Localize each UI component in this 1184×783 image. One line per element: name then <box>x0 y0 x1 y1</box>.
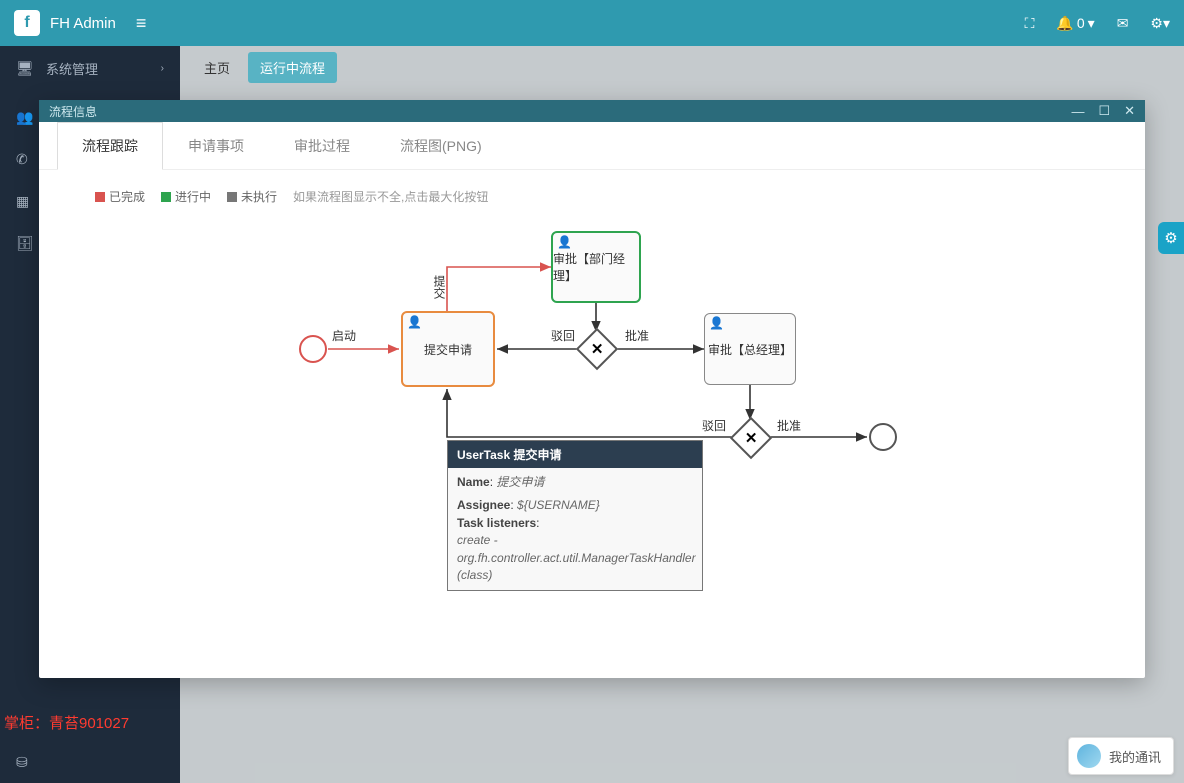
modal-title: 流程信息 <box>49 103 97 120</box>
chat-label: 我的通讯 <box>1109 747 1161 766</box>
fullscreen-icon[interactable]: ⛶ <box>1025 15 1035 32</box>
label-reject1: 驳回 <box>551 327 575 344</box>
settings-icon[interactable]: ⚙▾ <box>1150 15 1170 32</box>
app-header: f FH Admin ≡ ⛶ 🔔0▾ ✉ ⚙▾ <box>0 0 1184 46</box>
menu-toggle-icon[interactable]: ≡ <box>136 13 147 34</box>
maximize-icon[interactable]: ☐ <box>1098 103 1110 119</box>
task-tooltip: UserTask 提交申请 Name: 提交申请 Assignee: ${USE… <box>447 440 703 591</box>
close-icon[interactable]: ✕ <box>1124 103 1135 119</box>
briefcase-icon: 🗄 <box>16 235 34 252</box>
users-icon: 👥 <box>16 109 34 126</box>
legend-hint: 如果流程图显示不全,点击最大化按钮 <box>293 188 488 205</box>
label-start: 启动 <box>332 327 356 344</box>
chevron-right-icon: › <box>161 63 164 74</box>
node-gateway2[interactable]: ✕ <box>730 417 772 459</box>
legend-running: 进行中 <box>161 188 211 205</box>
page-tabs: 主页 运行中流程 <box>192 50 337 84</box>
tooltip-body: Name: 提交申请 Assignee: ${USERNAME} Task li… <box>448 468 702 590</box>
sidebar-item-label: 系统管理 <box>46 59 98 78</box>
monitor-icon: 🖥 <box>16 60 34 77</box>
grid-icon: ▦ <box>16 193 34 210</box>
label-reject2: 驳回 <box>702 417 726 434</box>
tab-png[interactable]: 流程图(PNG) <box>375 122 507 169</box>
tooltip-header: UserTask 提交申请 <box>448 441 702 468</box>
minimize-icon[interactable]: — <box>1071 104 1084 119</box>
notifications-icon[interactable]: 🔔0▾ <box>1056 15 1094 32</box>
tab-apply[interactable]: 申请事项 <box>163 122 269 169</box>
sidebar-item-system[interactable]: 🖥 系统管理 › <box>0 46 180 90</box>
legend: 已完成 进行中 未执行 如果流程图显示不全,点击最大化按钮 <box>39 170 1145 205</box>
user-icon: 👤 <box>407 315 422 329</box>
modal-titlebar: 流程信息 — ☐ ✕ <box>39 100 1145 122</box>
app-title: FH Admin <box>50 15 116 32</box>
mail-icon[interactable]: ✉ <box>1117 15 1129 32</box>
node-audit2[interactable]: 👤 审批【总经理】 <box>704 313 796 385</box>
legend-done: 已完成 <box>95 188 145 205</box>
node-submit[interactable]: 👤 提交申请 <box>401 311 495 387</box>
settings-pull-tab[interactable]: ⚙ <box>1158 222 1184 254</box>
avatar-icon <box>1077 744 1101 768</box>
database-icon[interactable]: ⛁ <box>16 754 28 771</box>
tab-trace[interactable]: 流程跟踪 <box>57 122 163 170</box>
node-start[interactable] <box>299 335 327 363</box>
logo-icon: f <box>14 10 40 36</box>
phone-icon: ✆ <box>16 151 34 168</box>
tab-running-process[interactable]: 运行中流程 <box>248 52 337 83</box>
label-approve2: 批准 <box>777 417 801 434</box>
node-audit1[interactable]: 👤 审批【部门经理】 <box>551 231 641 303</box>
node-gateway1[interactable]: ✕ <box>576 328 618 370</box>
legend-pending: 未执行 <box>227 188 277 205</box>
watermark-text: 掌柜：青苔901027 <box>4 712 129 733</box>
chat-button[interactable]: 我的通讯 <box>1068 737 1174 775</box>
tab-audit[interactable]: 审批过程 <box>269 122 375 169</box>
label-approve1: 批准 <box>625 327 649 344</box>
tab-home[interactable]: 主页 <box>192 52 242 83</box>
modal-tabs: 流程跟踪 申请事项 审批过程 流程图(PNG) <box>39 122 1145 170</box>
node-end[interactable] <box>869 423 897 451</box>
user-icon: 👤 <box>557 235 572 249</box>
user-icon: 👤 <box>709 316 724 330</box>
label-submit-edge: 提交 <box>431 275 448 299</box>
